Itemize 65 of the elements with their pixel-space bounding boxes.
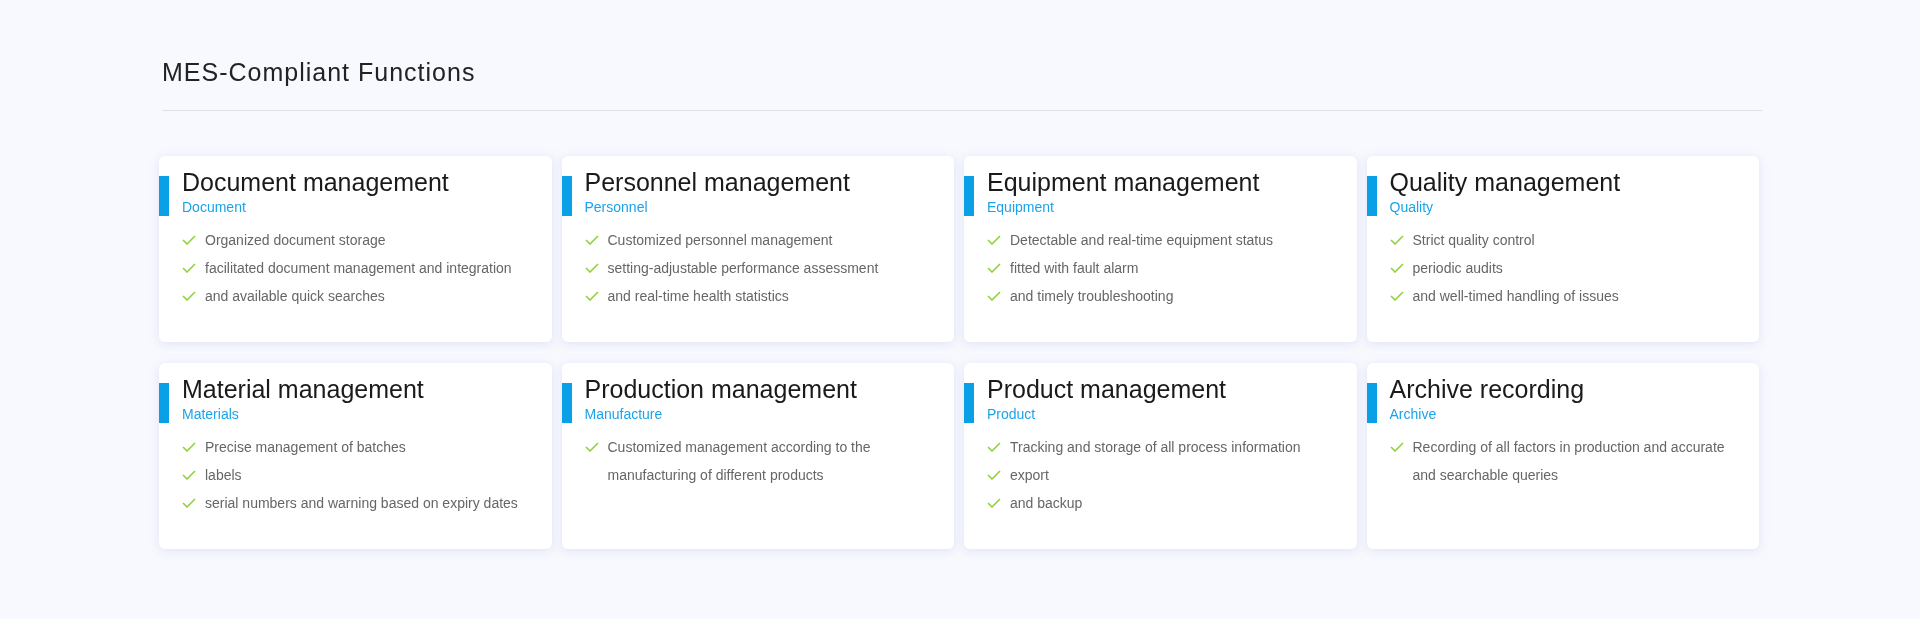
feature-item: Organized document storage	[205, 231, 386, 250]
feature-item: periodic audits	[1412, 259, 1503, 278]
accent-bar	[561, 383, 572, 423]
feature-item: Recording of all factors in production and accurate and searchable queries	[1412, 438, 1726, 485]
feature-item: setting-adjustable performance assessment	[607, 259, 879, 278]
card-title: Personnel management	[584, 168, 850, 196]
feature-item: export	[1010, 466, 1049, 485]
check-icon	[182, 291, 196, 301]
card-subtitle: Product	[987, 405, 1036, 423]
feature-item: labels	[205, 466, 242, 485]
check-icon	[182, 498, 196, 508]
card-title: Material management	[182, 375, 424, 403]
check-icon	[1389, 442, 1404, 452]
section-title: MES-Compliant Functions	[162, 57, 476, 88]
check-icon	[1389, 235, 1404, 245]
check-icon	[182, 470, 196, 480]
accent-bar	[1366, 176, 1377, 216]
check-icon	[987, 442, 1001, 452]
feature-item: Precise management of batches	[205, 438, 406, 457]
check-icon	[584, 235, 599, 245]
check-icon	[987, 470, 1001, 480]
card-subtitle: Archive	[1389, 405, 1437, 423]
check-icon	[584, 291, 599, 301]
accent-bar	[159, 176, 169, 216]
card-subtitle: Document	[182, 198, 246, 216]
check-icon	[182, 263, 196, 273]
check-icon	[584, 442, 599, 452]
check-icon	[987, 235, 1001, 245]
card-title: Equipment management	[987, 168, 1260, 196]
check-icon	[584, 263, 599, 273]
card-title: Document management	[182, 168, 449, 196]
accent-bar	[561, 176, 572, 216]
accent-bar	[159, 383, 169, 423]
accent-bar	[1366, 383, 1377, 423]
card-subtitle: Personnel	[584, 198, 648, 216]
feature-item: fitted with fault alarm	[1010, 259, 1139, 278]
feature-item: Customized management according to the manufacturing of different products	[607, 438, 872, 485]
card-subtitle: Equipment	[987, 198, 1054, 216]
feature-item: Strict quality control	[1412, 231, 1535, 250]
check-icon	[182, 235, 196, 245]
card-subtitle: Manufacture	[584, 405, 663, 423]
accent-bar	[964, 176, 974, 216]
feature-item: Tracking and storage of all process information	[1010, 438, 1301, 457]
feature-item: and real-time health statistics	[607, 287, 789, 306]
feature-item: facilitated document management and integration	[205, 259, 512, 278]
feature-item: Detectable and real-time equipment status	[1010, 231, 1274, 250]
card-title: Production management	[584, 375, 857, 403]
card-title: Product management	[987, 375, 1227, 403]
card-title: Archive recording	[1389, 375, 1585, 403]
check-icon	[987, 498, 1001, 508]
accent-bar	[964, 383, 974, 423]
card-subtitle: Quality	[1389, 198, 1434, 216]
feature-item: and timely troubleshooting	[1010, 287, 1174, 306]
card-title: Quality management	[1389, 168, 1621, 196]
feature-item: Customized personnel management	[607, 231, 833, 250]
card-subtitle: Materials	[182, 405, 239, 423]
check-icon	[1389, 263, 1404, 273]
feature-item: and well-timed handling of issues	[1412, 287, 1619, 306]
check-icon	[182, 442, 196, 452]
feature-item: and available quick searches	[205, 287, 385, 306]
check-icon	[987, 291, 1001, 301]
feature-item: and backup	[1010, 494, 1083, 513]
check-icon	[987, 263, 1001, 273]
feature-item: serial numbers and warning based on expiry dates	[205, 494, 518, 513]
check-icon	[1389, 291, 1404, 301]
